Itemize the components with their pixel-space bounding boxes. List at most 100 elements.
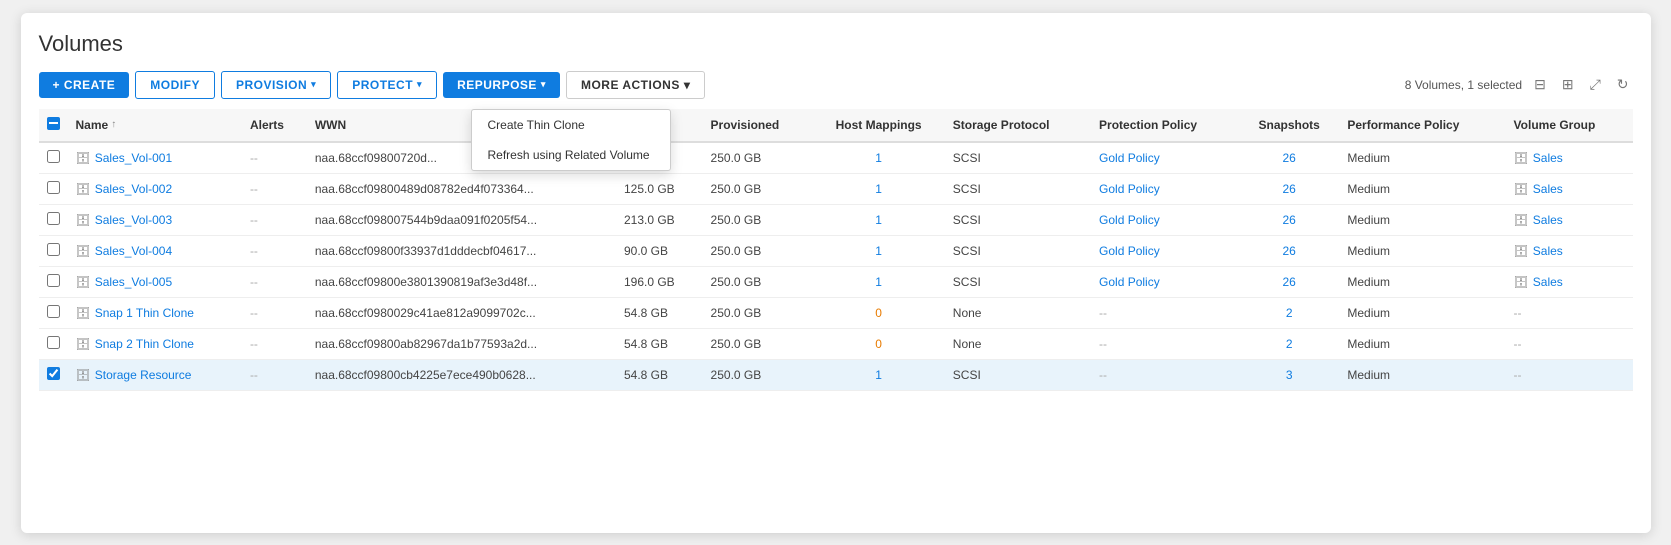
row-volume-group[interactable]: 🗄Sales [1506, 142, 1633, 174]
provision-button[interactable]: PROVISION ▾ [221, 71, 331, 99]
row-snapshots[interactable]: 26 [1239, 266, 1339, 297]
row-host-mappings[interactable]: 0 [812, 297, 944, 328]
row-checkbox[interactable] [47, 274, 60, 287]
volume-link[interactable]: Sales_Vol-005 [95, 275, 172, 289]
row-snapshots[interactable]: 3 [1239, 359, 1339, 390]
volume-group-link[interactable]: Sales [1533, 213, 1563, 227]
row-protection-policy[interactable]: Gold Policy [1091, 142, 1239, 174]
row-checkbox[interactable] [47, 243, 60, 256]
select-all-header[interactable] [39, 109, 68, 142]
protect-button[interactable]: PROTECT ▾ [337, 71, 437, 99]
col-storage-protocol[interactable]: Storage Protocol [945, 109, 1091, 142]
row-checkbox[interactable] [47, 367, 60, 380]
row-name[interactable]: 🗄Storage Resource [68, 359, 242, 390]
export-icon[interactable]: ⤢ [1586, 74, 1605, 95]
volume-icon: 🗄 [76, 306, 91, 320]
col-volume-group[interactable]: Volume Group [1506, 109, 1633, 142]
row-name[interactable]: 🗄Snap 2 Thin Clone [68, 328, 242, 359]
volume-link[interactable]: Sales_Vol-002 [95, 182, 172, 196]
volume-group-link[interactable]: Sales [1533, 151, 1563, 165]
row-name[interactable]: 🗄Sales_Vol-001 [68, 142, 242, 174]
row-host-mappings[interactable]: 1 [812, 142, 944, 174]
row-volume-group[interactable]: 🗄Sales [1506, 173, 1633, 204]
refresh-icon[interactable]: ↻ [1613, 74, 1633, 95]
row-checkbox[interactable] [47, 181, 60, 194]
row-host-mappings[interactable]: 1 [812, 359, 944, 390]
create-thin-clone-item[interactable]: Create Thin Clone [472, 110, 670, 140]
policy-link[interactable]: Gold Policy [1099, 275, 1160, 289]
row-volume-group[interactable]: -- [1506, 297, 1633, 328]
policy-link[interactable]: Gold Policy [1099, 213, 1160, 227]
row-checkbox-cell[interactable] [39, 328, 68, 359]
row-snapshots[interactable]: 26 [1239, 142, 1339, 174]
col-protection-policy[interactable]: Protection Policy [1091, 109, 1239, 142]
row-checkbox-cell[interactable] [39, 266, 68, 297]
row-name[interactable]: 🗄Sales_Vol-002 [68, 173, 242, 204]
row-checkbox[interactable] [47, 150, 60, 163]
more-actions-button[interactable]: MORE ACTIONS ▾ [566, 71, 705, 99]
row-protection-policy[interactable]: -- [1091, 297, 1239, 328]
row-volume-group[interactable]: -- [1506, 359, 1633, 390]
row-checkbox[interactable] [47, 212, 60, 225]
row-host-mappings[interactable]: 1 [812, 204, 944, 235]
col-provisioned[interactable]: Provisioned [703, 109, 813, 142]
row-snapshots[interactable]: 26 [1239, 173, 1339, 204]
row-protection-policy[interactable]: -- [1091, 328, 1239, 359]
policy-link[interactable]: Gold Policy [1099, 244, 1160, 258]
volume-group-link[interactable]: Sales [1533, 275, 1563, 289]
volume-group-link[interactable]: Sales [1533, 182, 1563, 196]
row-protection-policy[interactable]: Gold Policy [1091, 173, 1239, 204]
row-checkbox[interactable] [47, 305, 60, 318]
col-host-mappings[interactable]: Host Mappings [812, 109, 944, 142]
row-snapshots[interactable]: 26 [1239, 204, 1339, 235]
policy-link[interactable]: Gold Policy [1099, 182, 1160, 196]
create-button[interactable]: + CREATE [39, 72, 130, 98]
volume-link[interactable]: Sales_Vol-001 [95, 151, 172, 165]
row-checkbox-cell[interactable] [39, 235, 68, 266]
row-snapshots[interactable]: 2 [1239, 297, 1339, 328]
volume-group-link[interactable]: Sales [1533, 244, 1563, 258]
volume-link[interactable]: Sales_Vol-004 [95, 244, 172, 258]
col-performance-policy[interactable]: Performance Policy [1339, 109, 1505, 142]
row-protection-policy[interactable]: -- [1091, 359, 1239, 390]
row-volume-group[interactable]: 🗄Sales [1506, 235, 1633, 266]
volumes-table: Name ↑ Alerts WWN Provisioned Host Mappi… [39, 109, 1633, 391]
row-performance-policy: Medium [1339, 204, 1505, 235]
row-protection-policy[interactable]: Gold Policy [1091, 235, 1239, 266]
row-checkbox-cell[interactable] [39, 173, 68, 204]
row-protection-policy[interactable]: Gold Policy [1091, 204, 1239, 235]
row-wwn: naa.68ccf09800e3801390819af3e3d48f... [307, 266, 616, 297]
volume-link[interactable]: Snap 2 Thin Clone [95, 337, 194, 351]
refresh-related-volume-item[interactable]: Refresh using Related Volume [472, 140, 670, 170]
row-host-mappings[interactable]: 1 [812, 173, 944, 204]
row-name[interactable]: 🗄Sales_Vol-003 [68, 204, 242, 235]
filter-icon[interactable]: ⊟ [1530, 74, 1550, 95]
row-volume-group[interactable]: -- [1506, 328, 1633, 359]
col-snapshots[interactable]: Snapshots [1239, 109, 1339, 142]
row-volume-group[interactable]: 🗄Sales [1506, 266, 1633, 297]
columns-icon[interactable]: ⊞ [1558, 74, 1578, 95]
row-name[interactable]: 🗄Sales_Vol-005 [68, 266, 242, 297]
volume-link[interactable]: Sales_Vol-003 [95, 213, 172, 227]
row-snapshots[interactable]: 26 [1239, 235, 1339, 266]
repurpose-button[interactable]: REPURPOSE ▾ [443, 72, 560, 98]
row-checkbox[interactable] [47, 336, 60, 349]
row-checkbox-cell[interactable] [39, 297, 68, 328]
row-name[interactable]: 🗄Sales_Vol-004 [68, 235, 242, 266]
policy-link[interactable]: Gold Policy [1099, 151, 1160, 165]
col-name[interactable]: Name ↑ [68, 109, 242, 142]
volume-link[interactable]: Snap 1 Thin Clone [95, 306, 194, 320]
row-volume-group[interactable]: 🗄Sales [1506, 204, 1633, 235]
row-checkbox-cell[interactable] [39, 142, 68, 174]
row-host-mappings[interactable]: 1 [812, 235, 944, 266]
row-protection-policy[interactable]: Gold Policy [1091, 266, 1239, 297]
row-host-mappings[interactable]: 0 [812, 328, 944, 359]
volume-link[interactable]: Storage Resource [95, 368, 192, 382]
col-alerts[interactable]: Alerts [242, 109, 307, 142]
row-host-mappings[interactable]: 1 [812, 266, 944, 297]
row-snapshots[interactable]: 2 [1239, 328, 1339, 359]
row-checkbox-cell[interactable] [39, 359, 68, 390]
modify-button[interactable]: MODIFY [135, 71, 215, 99]
row-name[interactable]: 🗄 Snap 1 Thin Clone [68, 297, 242, 328]
row-checkbox-cell[interactable] [39, 204, 68, 235]
